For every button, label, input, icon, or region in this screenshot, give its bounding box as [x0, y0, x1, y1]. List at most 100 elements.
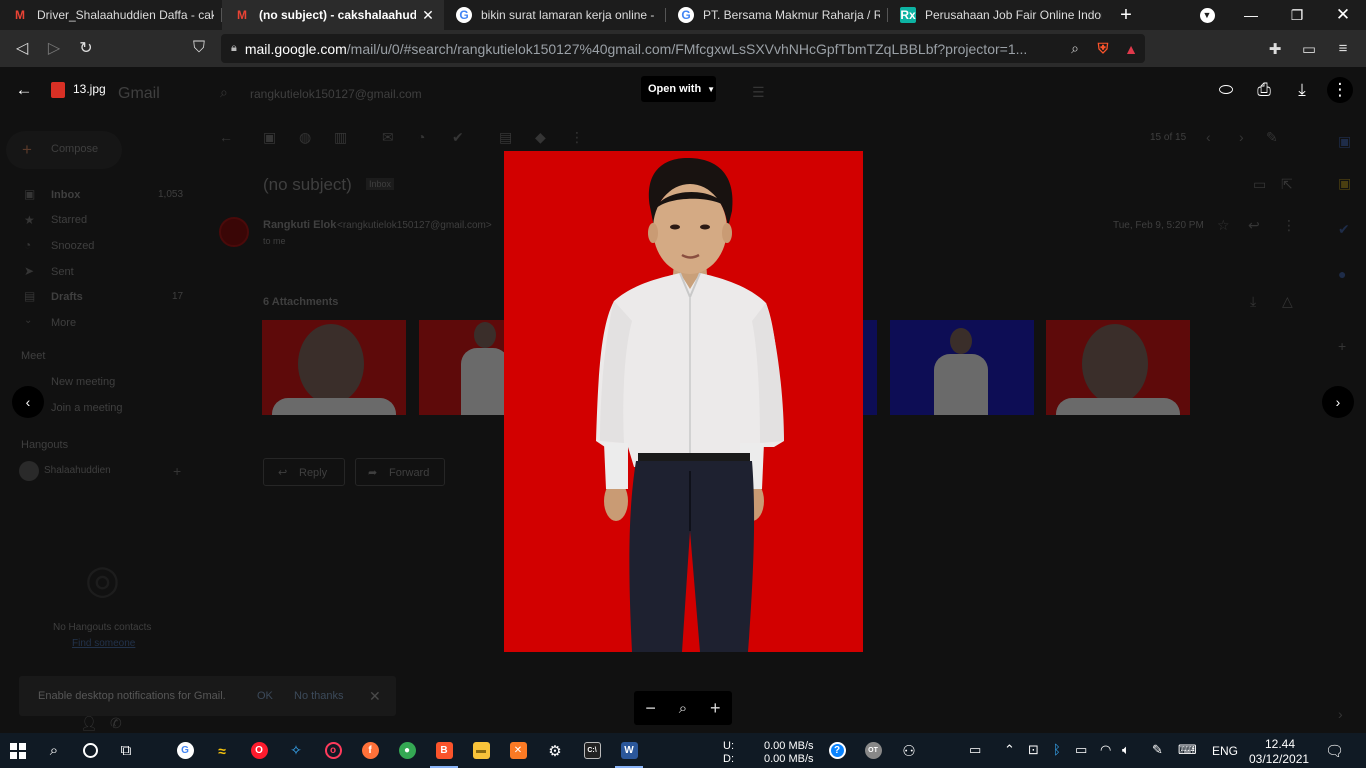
- print-icon[interactable]: ⎙: [1251, 77, 1277, 103]
- menu-icon[interactable]: ≡: [1326, 30, 1360, 67]
- battery-icon[interactable]: ▭: [1075, 742, 1087, 758]
- cortana-icon[interactable]: [72, 733, 108, 768]
- people-icon[interactable]: ⚇: [891, 733, 927, 768]
- tab-search-icon[interactable]: ▼: [1184, 0, 1230, 30]
- zoom-in-icon[interactable]: +: [710, 698, 721, 719]
- thumbnail-face: [474, 322, 496, 348]
- terminal-icon[interactable]: C:\: [574, 733, 610, 768]
- pen-icon[interactable]: ✎: [1152, 742, 1163, 758]
- email-subject: (no subject): [263, 175, 352, 194]
- toast-ok-button[interactable]: OK: [257, 690, 273, 702]
- next-icon: ›: [1239, 129, 1244, 145]
- bluetooth-icon[interactable]: ᛒ: [1053, 742, 1061, 757]
- xampp-icon[interactable]: ✕: [500, 733, 536, 768]
- nav-snoozed: Snoozed: [51, 240, 95, 252]
- brave-shields-icon[interactable]: ⛨: [1089, 35, 1117, 63]
- minimize-icon[interactable]: —: [1228, 0, 1274, 30]
- net-up-label: U:: [723, 740, 734, 752]
- word-icon[interactable]: W: [611, 733, 647, 768]
- restore-icon[interactable]: ❐: [1274, 0, 1320, 30]
- browser-tab-1[interactable]: M Driver_Shalaahuddien Daffa - caksh: [0, 0, 222, 30]
- nav-inbox: Inbox: [51, 189, 81, 201]
- reply-button: ↩ Reply: [263, 458, 345, 486]
- draft-icon: ▤: [24, 289, 36, 303]
- opera-gx-icon[interactable]: o: [315, 733, 351, 768]
- zoom-reset-icon[interactable]: ⌕: [679, 700, 687, 717]
- forward-icon[interactable]: ▷: [38, 32, 70, 64]
- reply-label: Reply: [299, 467, 328, 479]
- add-to-drive-icon[interactable]: ⬭: [1213, 77, 1239, 103]
- url-path: /mail/u/0/#search/rangkutielok150127%40g…: [346, 40, 1028, 57]
- google-icon: G: [678, 7, 694, 23]
- camera-icon[interactable]: ⊡: [1028, 742, 1039, 758]
- volume-muted-icon[interactable]: 🔈︎: [1122, 742, 1130, 758]
- zoom-out-icon[interactable]: −: [645, 698, 656, 719]
- windows-start-icon[interactable]: [0, 733, 36, 768]
- tab-title: (no subject) - cakshalaahuddie: [259, 8, 416, 22]
- mark-unread-icon: ✉: [382, 129, 394, 145]
- keyboard-icon[interactable]: ⌨: [1178, 742, 1197, 758]
- address-bar[interactable]: 🔒︎ mail.google.com/mail/u/0/#search/rang…: [221, 34, 1145, 63]
- close-icon[interactable]: ✕: [369, 688, 381, 705]
- display-icon[interactable]: ▭: [969, 742, 981, 758]
- browser-tab-5[interactable]: Rx Perusahaan Job Fair Online Indone: [888, 0, 1110, 30]
- more-vert-icon[interactable]: ⋮: [1327, 77, 1353, 103]
- back-arrow-icon[interactable]: ←: [11, 77, 37, 103]
- chevron-up-icon[interactable]: ⌃: [1004, 742, 1015, 758]
- nav-drafts: Drafts: [51, 291, 83, 303]
- task-view-icon[interactable]: ⧉: [108, 733, 144, 768]
- drafts-count: 17: [172, 291, 184, 302]
- back-icon[interactable]: ◁: [6, 32, 38, 64]
- meet-join: Join a meeting: [51, 402, 123, 414]
- language-indicator[interactable]: ENG: [1212, 744, 1238, 758]
- clock-date[interactable]: 03/12/2021: [1249, 752, 1309, 766]
- net-down-speed: 0.00 MB/s: [764, 753, 814, 765]
- avatar: [19, 461, 39, 481]
- google-app-icon[interactable]: G: [167, 733, 203, 768]
- brave-icon[interactable]: B: [426, 733, 462, 768]
- bookmark-icon[interactable]: ⛉: [183, 32, 215, 64]
- reload-icon[interactable]: ↻: [70, 32, 102, 64]
- email-date: Tue, Feb 9, 5:20 PM: [1113, 220, 1204, 231]
- add-icon: +: [1338, 338, 1347, 354]
- wallet-icon[interactable]: ▭: [1292, 30, 1326, 67]
- new-tab-button[interactable]: +: [1110, 0, 1142, 30]
- settings-icon[interactable]: ⚙: [537, 733, 573, 768]
- add-task-icon: ✔: [452, 129, 464, 145]
- toast-no-thanks-button[interactable]: No thanks: [294, 690, 344, 702]
- download-icon[interactable]: ⤓: [1289, 77, 1315, 103]
- browser-toolbar: ◁ ▷ ↻ ⛉ 🔒︎ mail.google.com/mail/u/0/#sea…: [0, 30, 1366, 67]
- open-with-button[interactable]: Open with ▼: [641, 76, 716, 102]
- brave-rewards-icon[interactable]: ▲: [1117, 35, 1145, 63]
- gmail-icon: M: [15, 8, 25, 22]
- url-host: mail.google.com: [244, 40, 347, 57]
- close-window-icon[interactable]: ✕: [1320, 0, 1366, 30]
- next-image-button[interactable]: ›: [1322, 386, 1354, 418]
- prev-icon: ‹: [1206, 129, 1211, 145]
- phone-icon: ✆: [110, 715, 122, 731]
- search-icon[interactable]: ⌕: [36, 733, 72, 768]
- help-icon[interactable]: ?: [819, 733, 855, 768]
- action-center-icon[interactable]: 🗨︎: [1325, 742, 1344, 760]
- search-icon[interactable]: ⌕: [1061, 35, 1089, 63]
- user-badge-icon[interactable]: OT: [855, 733, 891, 768]
- firefox-icon[interactable]: f: [352, 733, 388, 768]
- app-icon-yellow[interactable]: ≈: [204, 733, 240, 768]
- file-explorer-icon[interactable]: ▬: [463, 733, 499, 768]
- wifi-icon[interactable]: ◠: [1100, 742, 1111, 758]
- tasks-icon: ✔: [1338, 221, 1350, 237]
- app-icon-butterfly[interactable]: ✧: [278, 733, 314, 768]
- close-tab-icon[interactable]: ✕: [420, 7, 436, 23]
- clock-icon: ◔: [24, 238, 32, 252]
- browser-tab-4[interactable]: G PT. Bersama Makmur Raharja / Rah: [666, 0, 888, 30]
- contacts-icon: ●: [1338, 266, 1347, 282]
- previous-image-button[interactable]: ‹: [12, 386, 44, 418]
- nav-sent: Sent: [51, 266, 74, 278]
- browser-tab-3[interactable]: G bikin surat lamaran kerja online - P: [444, 0, 666, 30]
- extensions-icon[interactable]: ✚: [1258, 30, 1292, 67]
- add-icon: +: [173, 463, 182, 479]
- clock-time[interactable]: 12.44: [1265, 737, 1295, 751]
- chrome-icon[interactable]: ●: [389, 733, 425, 768]
- browser-tab-2[interactable]: M (no subject) - cakshalaahuddie ✕: [222, 0, 444, 30]
- opera-icon[interactable]: O: [241, 733, 277, 768]
